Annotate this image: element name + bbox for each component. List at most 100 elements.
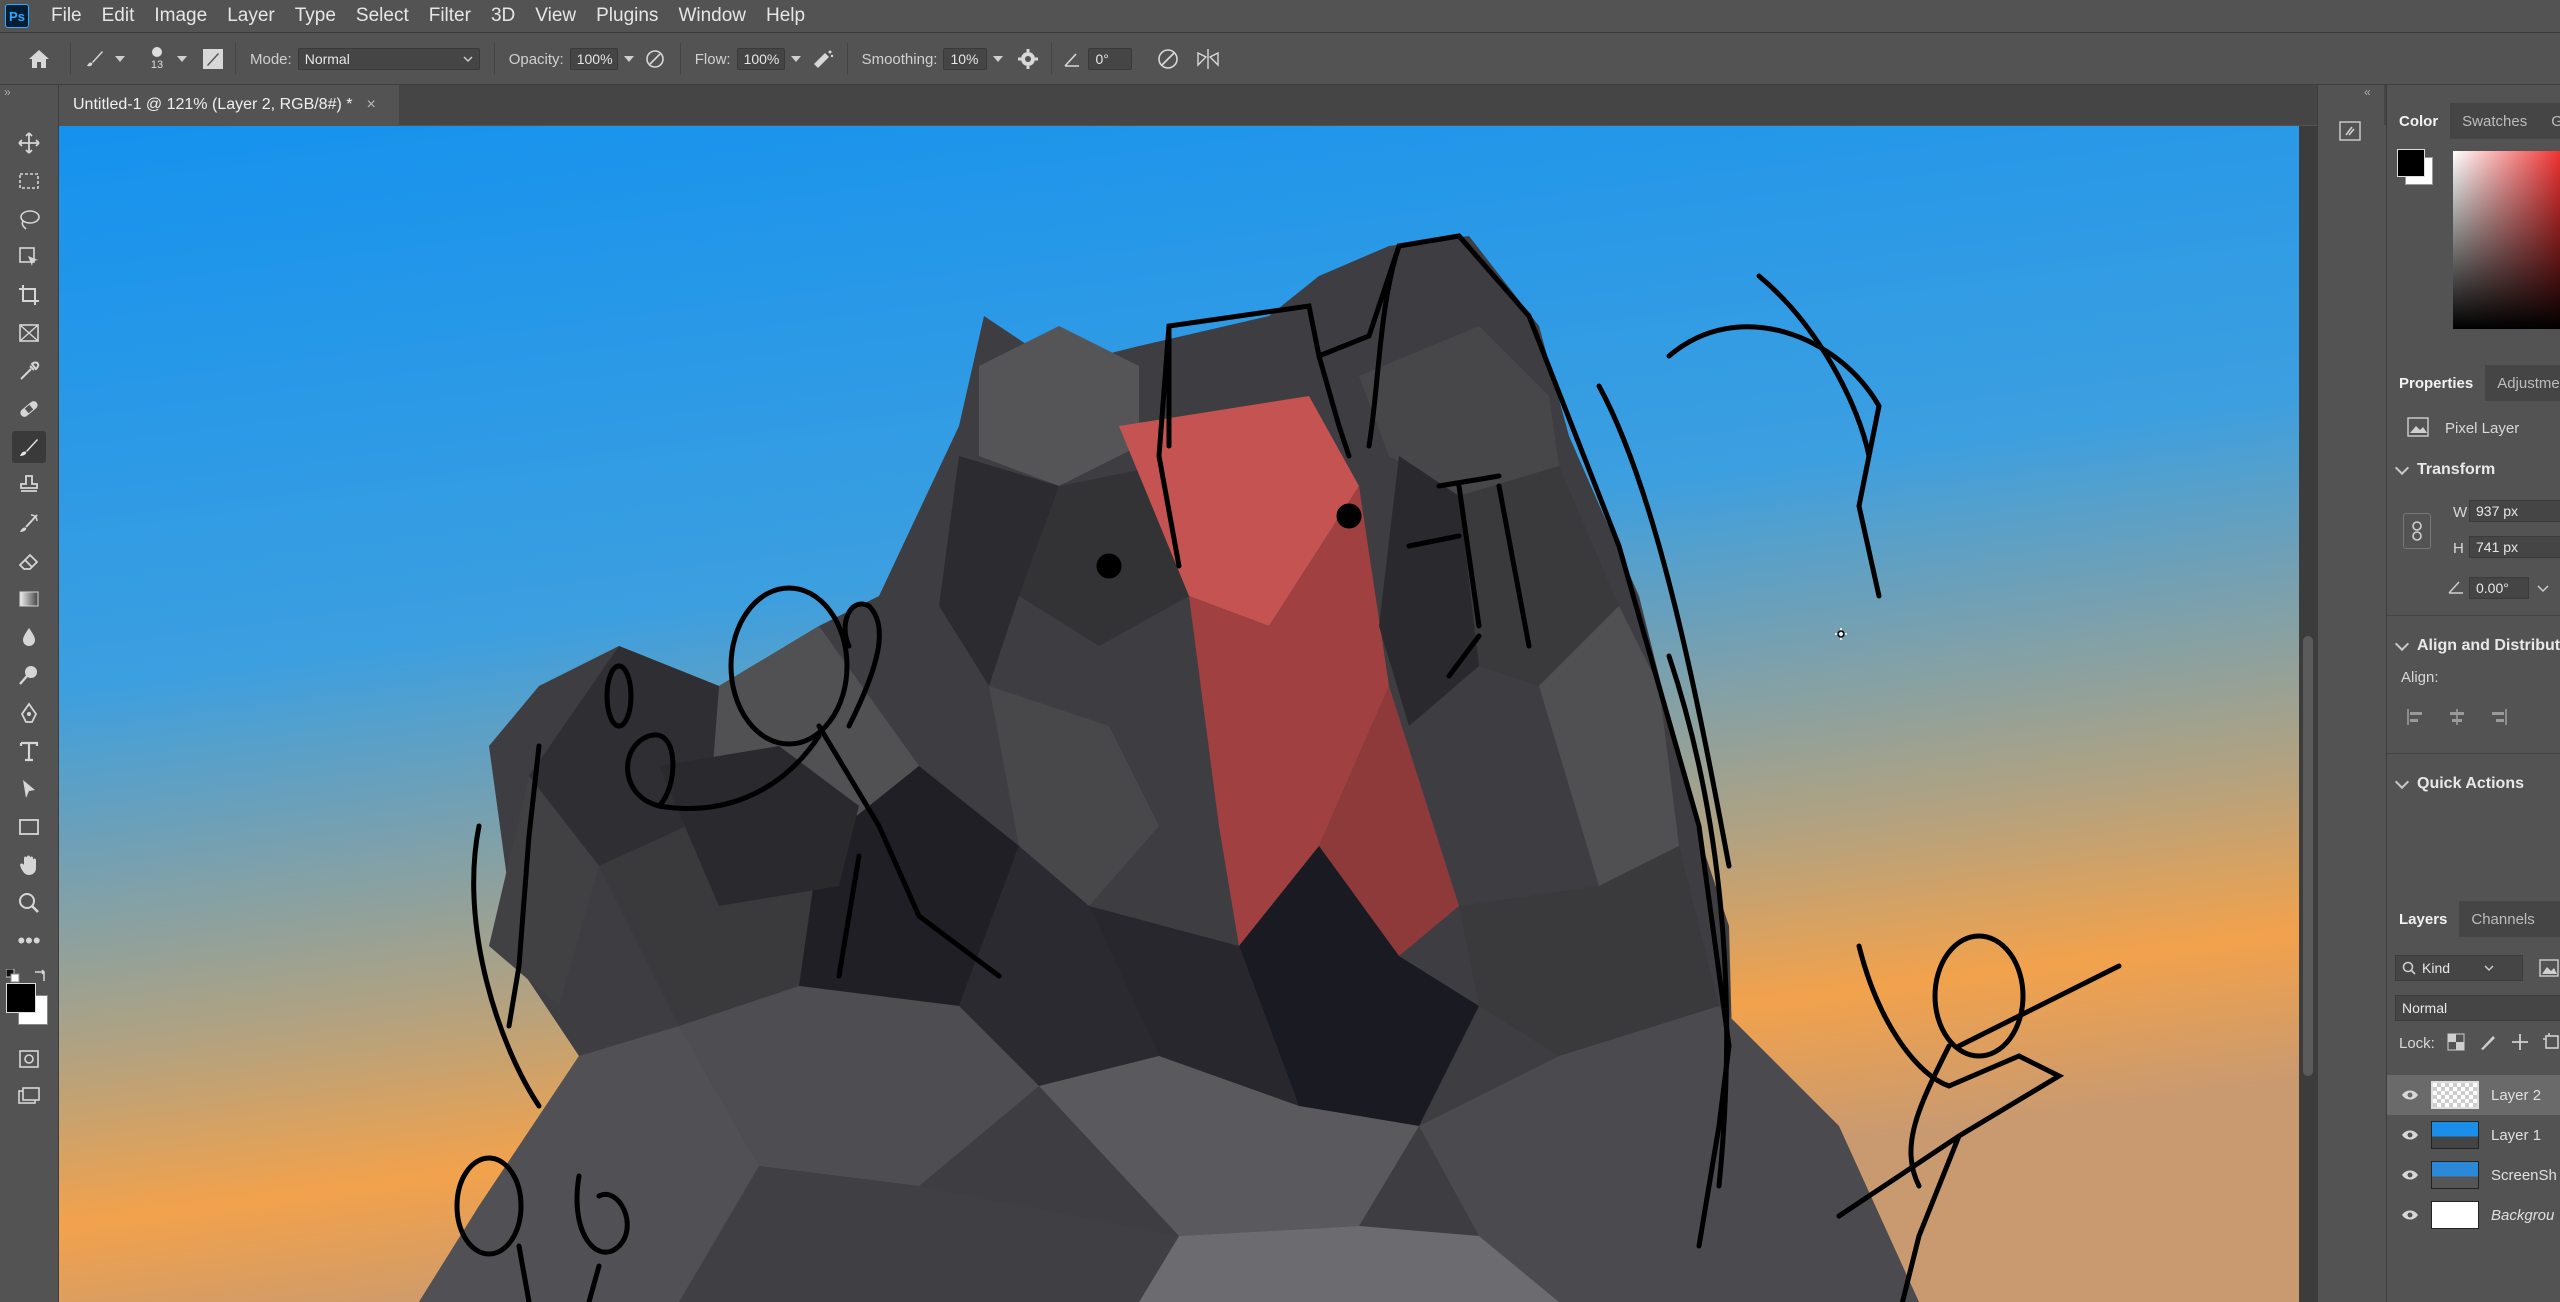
type-icon[interactable] bbox=[12, 735, 46, 767]
tab-channels[interactable]: Channels bbox=[2459, 901, 2546, 937]
align-left-icon[interactable] bbox=[2405, 707, 2425, 727]
gradient-icon[interactable] bbox=[12, 583, 46, 615]
blur-icon[interactable] bbox=[12, 621, 46, 653]
lock-pixels-icon[interactable] bbox=[2479, 1033, 2497, 1051]
eye-icon[interactable] bbox=[2399, 1169, 2421, 1181]
angle-input[interactable]: 0° bbox=[1088, 48, 1133, 70]
quick-mask-icon[interactable] bbox=[12, 1043, 46, 1075]
layer-row[interactable]: Layer 2 bbox=[2387, 1075, 2560, 1115]
photoshop-logo[interactable]: Ps bbox=[5, 4, 29, 28]
menu-edit[interactable]: Edit bbox=[92, 5, 145, 27]
vertical-scrollbar[interactable] bbox=[2299, 126, 2317, 1302]
link-dimensions-icon[interactable] bbox=[2403, 513, 2431, 549]
brush-tool-icon[interactable] bbox=[12, 431, 46, 463]
pen-icon[interactable] bbox=[12, 697, 46, 729]
symmetry-icon[interactable] bbox=[1188, 47, 1228, 71]
menu-layer[interactable]: Layer bbox=[217, 5, 285, 27]
scrollbar-thumb[interactable] bbox=[2303, 636, 2313, 1076]
smoothing-input[interactable]: 10% bbox=[943, 48, 988, 70]
eyedropper-icon[interactable] bbox=[12, 355, 46, 387]
tab-color[interactable]: Color bbox=[2387, 103, 2451, 139]
close-icon[interactable]: × bbox=[366, 96, 375, 114]
foreground-color-swatch[interactable] bbox=[6, 983, 36, 1013]
mode-select[interactable]: Normal bbox=[297, 48, 480, 70]
blend-mode-select[interactable]: Normal bbox=[2395, 995, 2560, 1021]
rectangle-icon[interactable] bbox=[12, 811, 46, 843]
menu-help[interactable]: Help bbox=[756, 5, 815, 27]
menu-type[interactable]: Type bbox=[285, 5, 346, 27]
menu-image[interactable]: Image bbox=[144, 5, 217, 27]
tab-swatches[interactable]: Swatches bbox=[2450, 103, 2539, 139]
flow-input[interactable]: 100% bbox=[736, 48, 785, 70]
collapse-panels-icon[interactable]: « bbox=[2364, 85, 2371, 99]
pressure-opacity-icon[interactable] bbox=[640, 48, 670, 70]
pressure-size-icon[interactable] bbox=[1148, 47, 1188, 71]
brush-preset-picker[interactable]: 13 bbox=[137, 47, 177, 71]
object-select-icon[interactable] bbox=[12, 241, 46, 273]
height-input[interactable]: 741 px bbox=[2469, 536, 2560, 558]
menu-select[interactable]: Select bbox=[346, 5, 419, 27]
eye-icon[interactable] bbox=[2399, 1089, 2421, 1101]
menu-file[interactable]: File bbox=[41, 5, 92, 27]
menu-filter[interactable]: Filter bbox=[419, 5, 481, 27]
align-section-header[interactable]: Align and Distribut bbox=[2394, 636, 2560, 655]
chevron-down-icon[interactable] bbox=[790, 56, 801, 62]
more-icon[interactable]: ••• bbox=[12, 925, 46, 957]
marquee-icon[interactable] bbox=[12, 165, 46, 197]
rotation-input[interactable]: 0.00° bbox=[2469, 577, 2529, 599]
lock-position-icon[interactable] bbox=[2511, 1033, 2529, 1051]
tab-gradients[interactable]: G bbox=[2539, 103, 2560, 139]
home-icon[interactable] bbox=[16, 48, 62, 70]
brush-settings-icon[interactable] bbox=[199, 46, 227, 72]
align-center-icon[interactable] bbox=[2447, 707, 2467, 727]
tab-adjustments[interactable]: Adjustme bbox=[2485, 365, 2560, 401]
layer-row[interactable]: Layer 1 bbox=[2387, 1115, 2560, 1155]
menu-view[interactable]: View bbox=[525, 5, 586, 27]
document-tab[interactable]: Untitled-1 @ 121% (Layer 2, RGB/8#) * × bbox=[59, 85, 399, 125]
expand-toolbar-icon[interactable]: » bbox=[4, 85, 11, 99]
zoom-icon[interactable] bbox=[12, 887, 46, 919]
opacity-input[interactable]: 100% bbox=[569, 48, 618, 70]
chevron-down-icon[interactable] bbox=[2537, 585, 2549, 593]
dodge-icon[interactable] bbox=[12, 659, 46, 691]
quick-actions-header[interactable]: Quick Actions bbox=[2394, 774, 2524, 793]
hand-icon[interactable] bbox=[12, 849, 46, 881]
filter-image-icon[interactable] bbox=[2539, 959, 2559, 981]
chevron-down-icon[interactable] bbox=[623, 56, 634, 62]
move-icon[interactable] bbox=[12, 127, 46, 159]
canvas-area[interactable] bbox=[59, 126, 2299, 1302]
eye-icon[interactable] bbox=[2399, 1209, 2421, 1221]
stamp-icon[interactable] bbox=[12, 469, 46, 501]
color-picker-field[interactable] bbox=[2453, 151, 2560, 329]
eraser-icon[interactable] bbox=[12, 545, 46, 577]
menu-plugins[interactable]: Plugins bbox=[586, 5, 668, 27]
crop-icon[interactable] bbox=[12, 279, 46, 311]
layer-row[interactable]: ScreenSh bbox=[2387, 1155, 2560, 1195]
history-brush-icon[interactable] bbox=[12, 507, 46, 539]
align-right-icon[interactable] bbox=[2489, 707, 2509, 727]
lock-artboard-icon[interactable] bbox=[2543, 1033, 2560, 1051]
lasso-icon[interactable] bbox=[12, 203, 46, 235]
chevron-down-icon[interactable] bbox=[177, 56, 187, 62]
transform-section-header[interactable]: Transform bbox=[2394, 460, 2495, 479]
healing-icon[interactable] bbox=[12, 393, 46, 425]
chevron-down-icon[interactable] bbox=[115, 56, 125, 62]
chevron-down-icon[interactable] bbox=[993, 56, 1004, 62]
layer-filter-kind[interactable]: Kind bbox=[2395, 955, 2523, 981]
lock-transparency-icon[interactable] bbox=[2447, 1033, 2465, 1051]
layer-row[interactable]: Backgrou bbox=[2387, 1195, 2560, 1235]
airbrush-icon[interactable] bbox=[807, 48, 837, 70]
history-panel-icon[interactable] bbox=[2338, 119, 2362, 148]
tab-layers[interactable]: Layers bbox=[2387, 901, 2460, 937]
width-input[interactable]: 937 px bbox=[2469, 500, 2560, 522]
menu-3d[interactable]: 3D bbox=[481, 5, 525, 27]
canvas-artwork[interactable] bbox=[59, 126, 2299, 1302]
frame-icon[interactable] bbox=[12, 317, 46, 349]
eye-icon[interactable] bbox=[2399, 1129, 2421, 1141]
tab-properties[interactable]: Properties bbox=[2387, 365, 2486, 401]
panel-foreground-swatch[interactable] bbox=[2397, 149, 2425, 177]
path-select-icon[interactable] bbox=[12, 773, 46, 805]
gear-icon[interactable] bbox=[1013, 48, 1043, 70]
brush-icon[interactable] bbox=[79, 48, 109, 70]
screen-mode-icon[interactable] bbox=[12, 1081, 46, 1113]
